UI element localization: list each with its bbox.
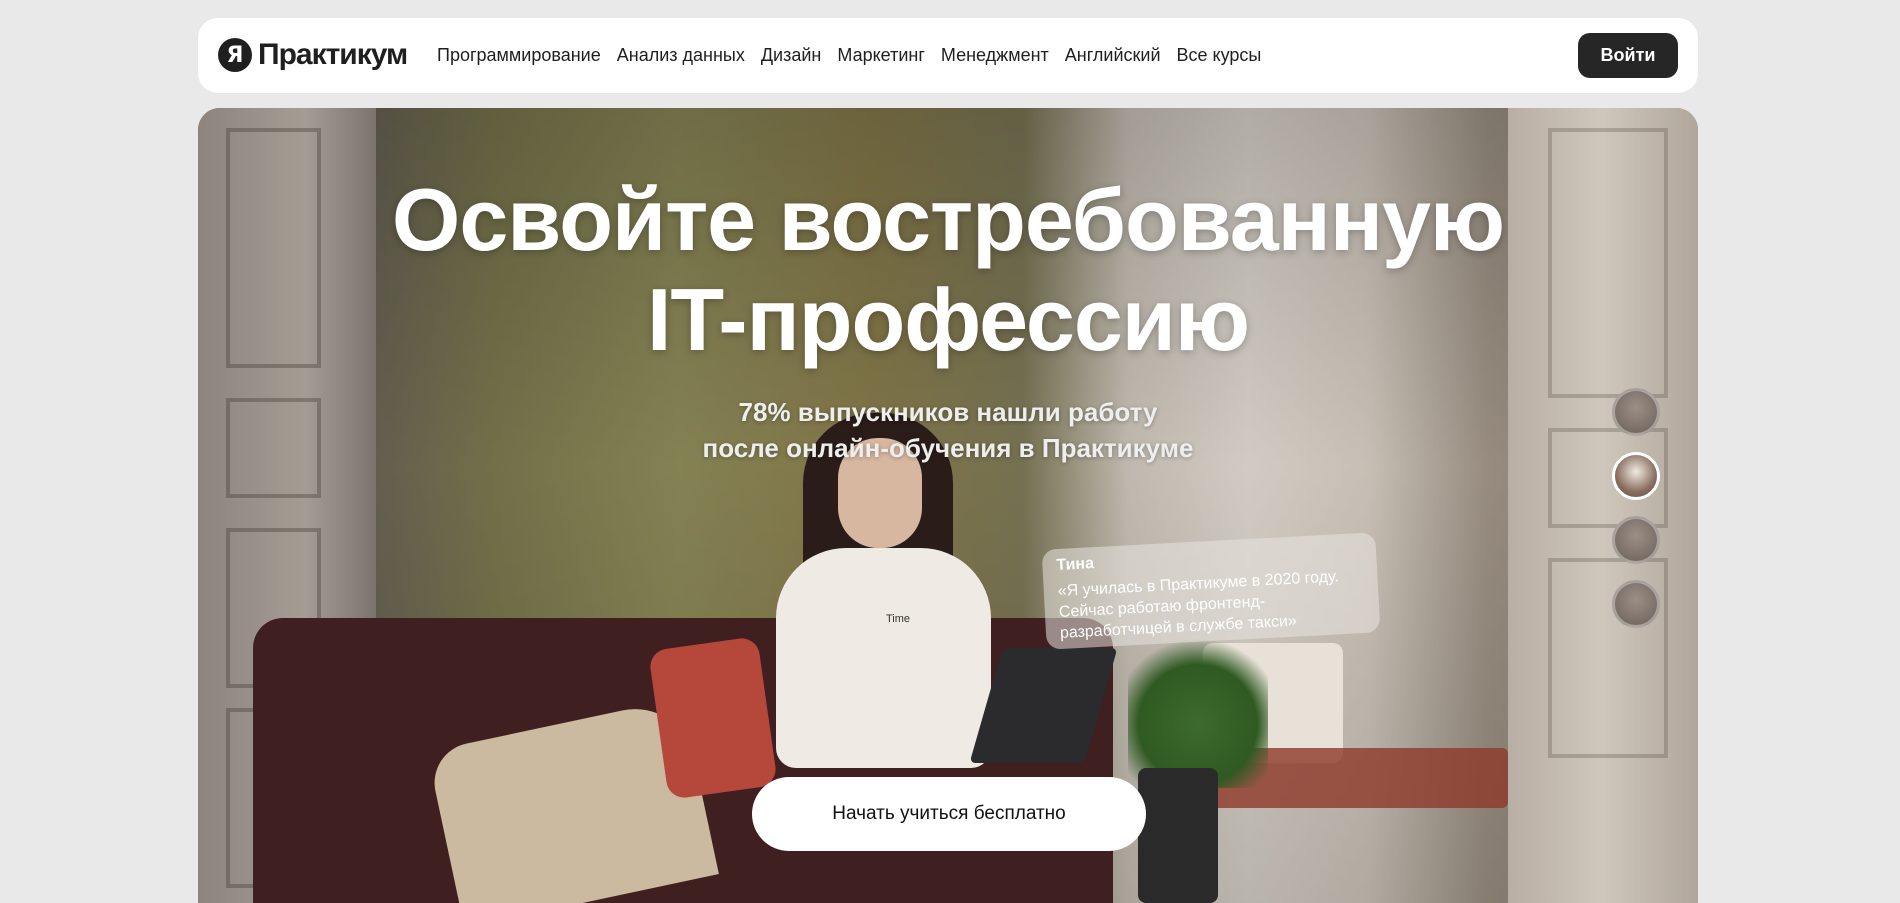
nav-item-programming[interactable]: Программирование <box>437 45 601 66</box>
nav-item-all-courses[interactable]: Все курсы <box>1177 45 1262 66</box>
main-nav: Программирование Анализ данных Дизайн Ма… <box>437 18 1277 93</box>
login-button[interactable]: Войти <box>1578 33 1678 78</box>
logo-text: Практикум <box>258 38 408 71</box>
headline-line-1: Освойте востребованную <box>391 170 1505 269</box>
logo[interactable]: Я Практикум <box>218 37 408 73</box>
testimonial-avatars <box>1612 388 1664 644</box>
nav-item-management[interactable]: Менеджмент <box>941 45 1049 66</box>
avatar-graduate-2-active[interactable] <box>1612 452 1660 500</box>
hero-photo-plant <box>1128 628 1268 788</box>
hero-subheadline: 78% выпускников нашли работу после онлай… <box>198 394 1698 466</box>
shirt-print: Time <box>886 613 911 625</box>
nav-item-marketing[interactable]: Маркетинг <box>837 45 925 66</box>
start-free-button[interactable]: Начать учиться бесплатно <box>752 777 1146 851</box>
nav-item-data-analysis[interactable]: Анализ данных <box>617 45 745 66</box>
testimonial-card: Тина «Я училась в Практикуме в 2020 году… <box>1041 532 1381 650</box>
hero-photo-person-shirt <box>776 548 991 768</box>
nav-item-design[interactable]: Дизайн <box>761 45 822 66</box>
hero-headline: Освойте востребованную IT-профессию <box>198 170 1698 370</box>
hero-banner: Time Освойте востребованную IT-профессию… <box>198 108 1698 903</box>
subheadline-line-2: после онлайн-обучения в Практикуме <box>702 433 1194 463</box>
hero-photo-pillow <box>648 636 778 800</box>
avatar-graduate-3[interactable] <box>1612 516 1660 564</box>
testimonial-quote: «Я училась в Практикуме в 2020 году. Сей… <box>1057 568 1340 642</box>
headline-line-2: IT-профессию <box>646 270 1250 369</box>
avatar-graduate-1[interactable] <box>1612 388 1660 436</box>
site-header: Я Практикум Программирование Анализ данн… <box>198 18 1698 93</box>
avatar-graduate-4[interactable] <box>1612 580 1660 628</box>
nav-item-english[interactable]: Английский <box>1065 45 1161 66</box>
logo-mark-icon: Я <box>218 38 252 72</box>
hero-photo-pot <box>1138 768 1218 903</box>
subheadline-line-1: 78% выпускников нашли работу <box>738 397 1158 427</box>
